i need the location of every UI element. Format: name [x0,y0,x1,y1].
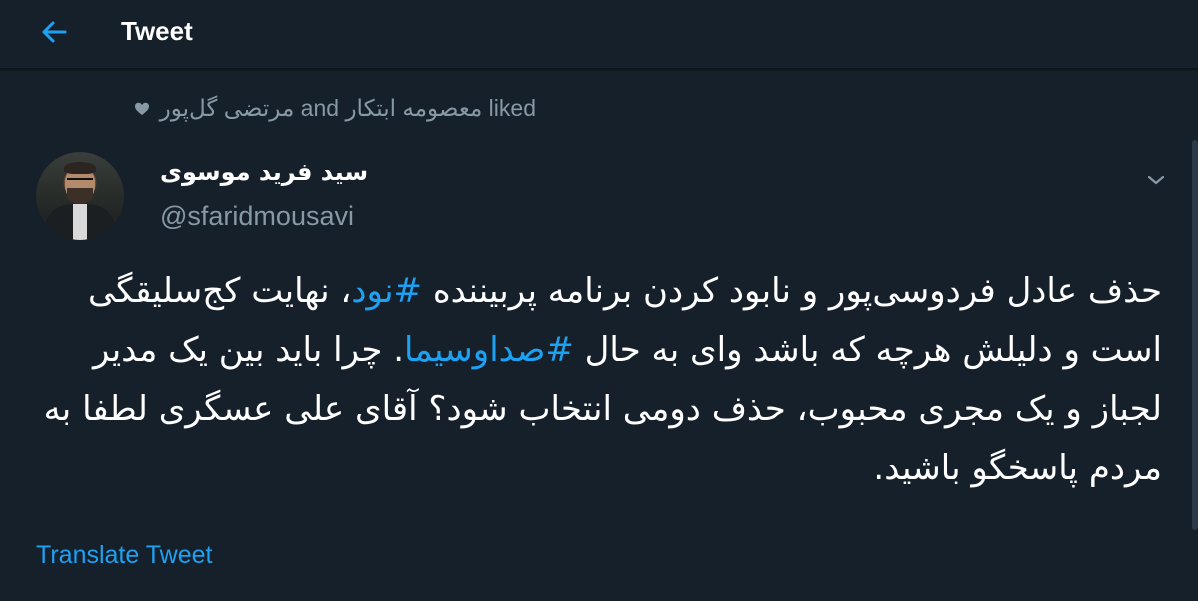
avatar[interactable] [36,152,124,240]
tweet-text-part: حذف عادل فردوسی‌پور و نابود کردن برنامه … [422,271,1162,311]
hashtag-link[interactable]: #نود [351,271,422,311]
social-context[interactable]: مرتضی گل‌پور and معصومه ابتکار liked [134,95,536,122]
tweet-text-part: . [393,330,405,370]
hashtag-link[interactable]: #صداوسیما [404,330,574,370]
author-display-name[interactable]: سید فرید موسوی [160,158,368,186]
arrow-left-icon [42,21,67,43]
back-button[interactable] [36,14,72,50]
avatar-beard [67,188,93,204]
tweet-text: حذف عادل فردوسی‌پور و نابود کردن برنامه … [32,262,1162,498]
author-handle[interactable]: @sfaridmousavi [160,201,354,232]
avatar-shirt [73,204,87,240]
avatar-glasses [67,178,93,186]
chevron-down-icon [1147,175,1165,185]
scrollbar[interactable] [1192,140,1198,530]
social-context-text: مرتضی گل‌پور and معصومه ابتکار liked [159,95,536,121]
page-title: Tweet [121,16,193,46]
avatar-hair [64,162,96,174]
tweet-options-button[interactable] [1144,168,1168,192]
translate-tweet-link[interactable]: Translate Tweet [36,541,212,570]
heart-icon [134,102,149,115]
top-bar: Tweet [0,0,1198,69]
